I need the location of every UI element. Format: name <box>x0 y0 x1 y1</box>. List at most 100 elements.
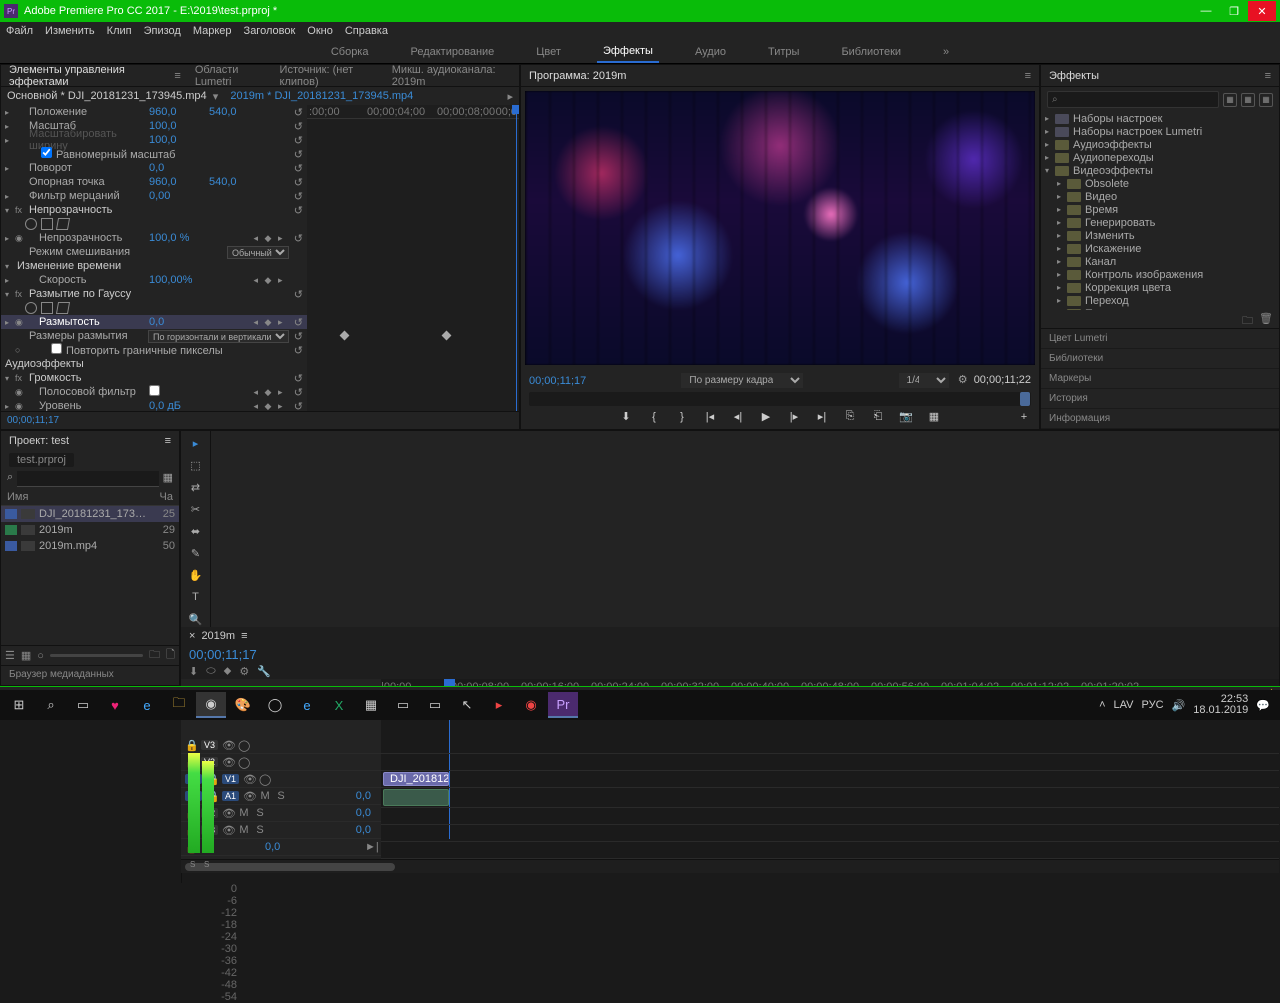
ec-row[interactable]: ○Повторить граничные пикселы↺ <box>1 343 307 357</box>
ec-timeline[interactable]: :00;00 00;00;04;00 00;00;08;00 00;0 <box>307 105 519 411</box>
ws-audio[interactable]: Аудио <box>689 42 732 62</box>
fx-badge3-icon[interactable]: ▦ <box>1259 93 1273 107</box>
ws-effects[interactable]: Эффекты <box>597 41 659 63</box>
fx-tree-item[interactable]: ▸Наборы настроек <box>1041 112 1279 125</box>
zoom-tool-icon[interactable]: 🔍 <box>188 611 204 627</box>
project-search[interactable] <box>17 471 158 487</box>
chrome-icon[interactable]: ◉ <box>196 692 226 718</box>
program-menu[interactable]: ≡ <box>1025 70 1031 82</box>
fx-tree-item[interactable]: ▸Аудиопереходы <box>1041 151 1279 164</box>
ec-row[interactable]: ▾fxГромкость↺ <box>1 371 307 385</box>
ec-row[interactable]: Размеры размытияПо горизонтали и вертика… <box>1 329 307 343</box>
slip-tool-icon[interactable]: ⬌ <box>188 523 204 539</box>
tray-lang[interactable]: РУС <box>1142 699 1164 711</box>
effects-search[interactable] <box>1047 91 1219 108</box>
project-filter-icon[interactable]: ▦ <box>163 471 173 487</box>
new-bin-icon[interactable]: 🗀 <box>1242 312 1253 326</box>
ec-row[interactable]: ▸Фильтр мерцаний0,00↺ <box>1 189 307 203</box>
ec-row[interactable]: ▾fxРазмытие по Гауссу↺ <box>1 287 307 301</box>
premiere-icon[interactable]: Pr <box>548 692 578 718</box>
task-view-icon[interactable]: ▭ <box>68 692 98 718</box>
program-zoom[interactable]: 1/4 <box>899 373 949 388</box>
menu-window[interactable]: Окно <box>307 25 333 37</box>
program-video[interactable]: SIROKEZ video <box>525 91 1035 365</box>
link-icon[interactable]: ⬭ <box>206 665 215 678</box>
mark-out-bracket-icon[interactable]: } <box>675 411 689 423</box>
audio-clip[interactable] <box>383 789 449 806</box>
maximize-button[interactable]: ❐ <box>1220 1 1248 21</box>
fx-badge2-icon[interactable]: ▦ <box>1241 93 1255 107</box>
mark-in-bracket-icon[interactable]: { <box>647 411 661 423</box>
ec-row[interactable]: Опорная точка960,0540,0↺ <box>1 175 307 189</box>
menu-marker[interactable]: Маркер <box>193 25 232 37</box>
excel-icon[interactable]: X <box>324 692 354 718</box>
program-fit[interactable]: По размеру кадра <box>681 373 803 388</box>
search-icon[interactable]: ⌕ <box>36 692 66 718</box>
settings-icon[interactable]: ⚙ <box>239 665 249 678</box>
step-back-icon[interactable]: ◂| <box>731 410 745 423</box>
ec-row[interactable]: ▸Поворот0,0↺ <box>1 161 307 175</box>
ec-tab-lumetri[interactable]: Области Lumetri <box>195 64 266 88</box>
project-menu[interactable]: ≡ <box>165 435 171 447</box>
keyframe[interactable] <box>340 331 350 341</box>
ec-row[interactable]: ◉Полосовой фильтр◂ ◆ ▸↺ <box>1 385 307 399</box>
compare-icon[interactable]: ▦ <box>927 410 941 423</box>
project-breadcrumb[interactable]: test.prproj <box>9 453 74 467</box>
ec-playhead[interactable] <box>516 105 517 411</box>
mark-in-icon[interactable]: ⬇ <box>619 410 633 423</box>
ec-tab-menu[interactable]: ≡ <box>174 70 180 82</box>
fx-tree-item[interactable]: ▸Видео <box>1041 190 1279 203</box>
goto-out-icon[interactable]: ▸| <box>815 410 829 423</box>
fx-tree-item[interactable]: ▸Время <box>1041 203 1279 216</box>
ec-tab-main[interactable]: Элементы управления эффектами <box>9 64 160 88</box>
timeline-scrollbar[interactable] <box>181 859 1279 873</box>
app-icon[interactable]: ♥ <box>100 692 130 718</box>
extract-icon[interactable]: ⎗ <box>871 410 885 423</box>
menu-edit[interactable]: Изменить <box>45 25 95 37</box>
ec-row[interactable] <box>1 217 307 231</box>
toggle-output-icon[interactable]: 👁 <box>222 739 234 752</box>
marker-icon[interactable]: ⬥ <box>224 665 232 678</box>
zoom-slider[interactable] <box>50 654 143 657</box>
hand-tool-icon[interactable]: ✋ <box>188 567 204 583</box>
calc-icon[interactable]: ▦ <box>356 692 386 718</box>
lift-icon[interactable]: ⎘ <box>843 410 857 423</box>
app-icon[interactable]: ▭ <box>420 692 450 718</box>
explorer-icon[interactable]: 🗀 <box>164 692 194 718</box>
effects-tab[interactable]: Эффекты <box>1049 70 1099 82</box>
program-scrub[interactable] <box>529 392 1031 406</box>
app-icon[interactable]: 🎨 <box>228 692 258 718</box>
snap-icon[interactable]: ⬇ <box>189 665 198 678</box>
lock-icon[interactable]: 🔒 <box>185 739 197 752</box>
ws-titles[interactable]: Титры <box>762 42 805 62</box>
video-clip[interactable]: DJI_20181231_ <box>383 772 449 786</box>
effects-tree[interactable]: ▸Наборы настроек▸Наборы настроек Lumetri… <box>1041 112 1279 310</box>
menu-clip[interactable]: Клип <box>107 25 132 37</box>
ripple-tool-icon[interactable]: ⇄ <box>188 479 204 495</box>
ws-assembly[interactable]: Сборка <box>325 42 375 62</box>
fx-tree-item[interactable]: ▸Канал <box>1041 255 1279 268</box>
program-tc-in[interactable]: 00;00;11;17 <box>529 375 586 387</box>
icon-view-icon[interactable]: ▦ <box>21 649 31 662</box>
panel-markers[interactable]: Маркеры <box>1041 369 1279 389</box>
fx-tree-item[interactable]: ▸Генерировать <box>1041 216 1279 229</box>
fx-tree-item[interactable]: ▸Контроль изображения <box>1041 268 1279 281</box>
app-icon[interactable]: ▭ <box>388 692 418 718</box>
wrench-icon[interactable]: 🔧 <box>257 665 271 678</box>
ec-row[interactable]: ▸◉Непрозрачность100,0 %◂ ◆ ▸↺ <box>1 231 307 245</box>
new-item-icon[interactable]: 🗋 <box>166 646 175 665</box>
ie-icon[interactable]: e <box>292 692 322 718</box>
razor-tool-icon[interactable]: ✂ <box>188 501 204 517</box>
tray-notif-icon[interactable]: 💬 <box>1256 699 1270 712</box>
goto-in-icon[interactable]: |◂ <box>703 410 717 423</box>
ws-editing[interactable]: Редактирование <box>404 42 500 62</box>
program-tab[interactable]: Программа: 2019m <box>529 70 626 82</box>
app-icon[interactable]: ▸ <box>484 692 514 718</box>
timeline-tc[interactable]: 00;00;11;17 <box>189 647 257 662</box>
fx-badge1-icon[interactable]: ▦ <box>1223 93 1237 107</box>
menu-file[interactable]: Файл <box>6 25 33 37</box>
pen-tool-icon[interactable]: ✎ <box>188 545 204 561</box>
selection-tool-icon[interactable]: ▸ <box>188 435 204 451</box>
ec-src-seq[interactable]: 2019m * DJI_20181231_173945.mp4 <box>230 90 413 102</box>
fx-tree-item[interactable]: ▾Видеоэффекты <box>1041 164 1279 177</box>
